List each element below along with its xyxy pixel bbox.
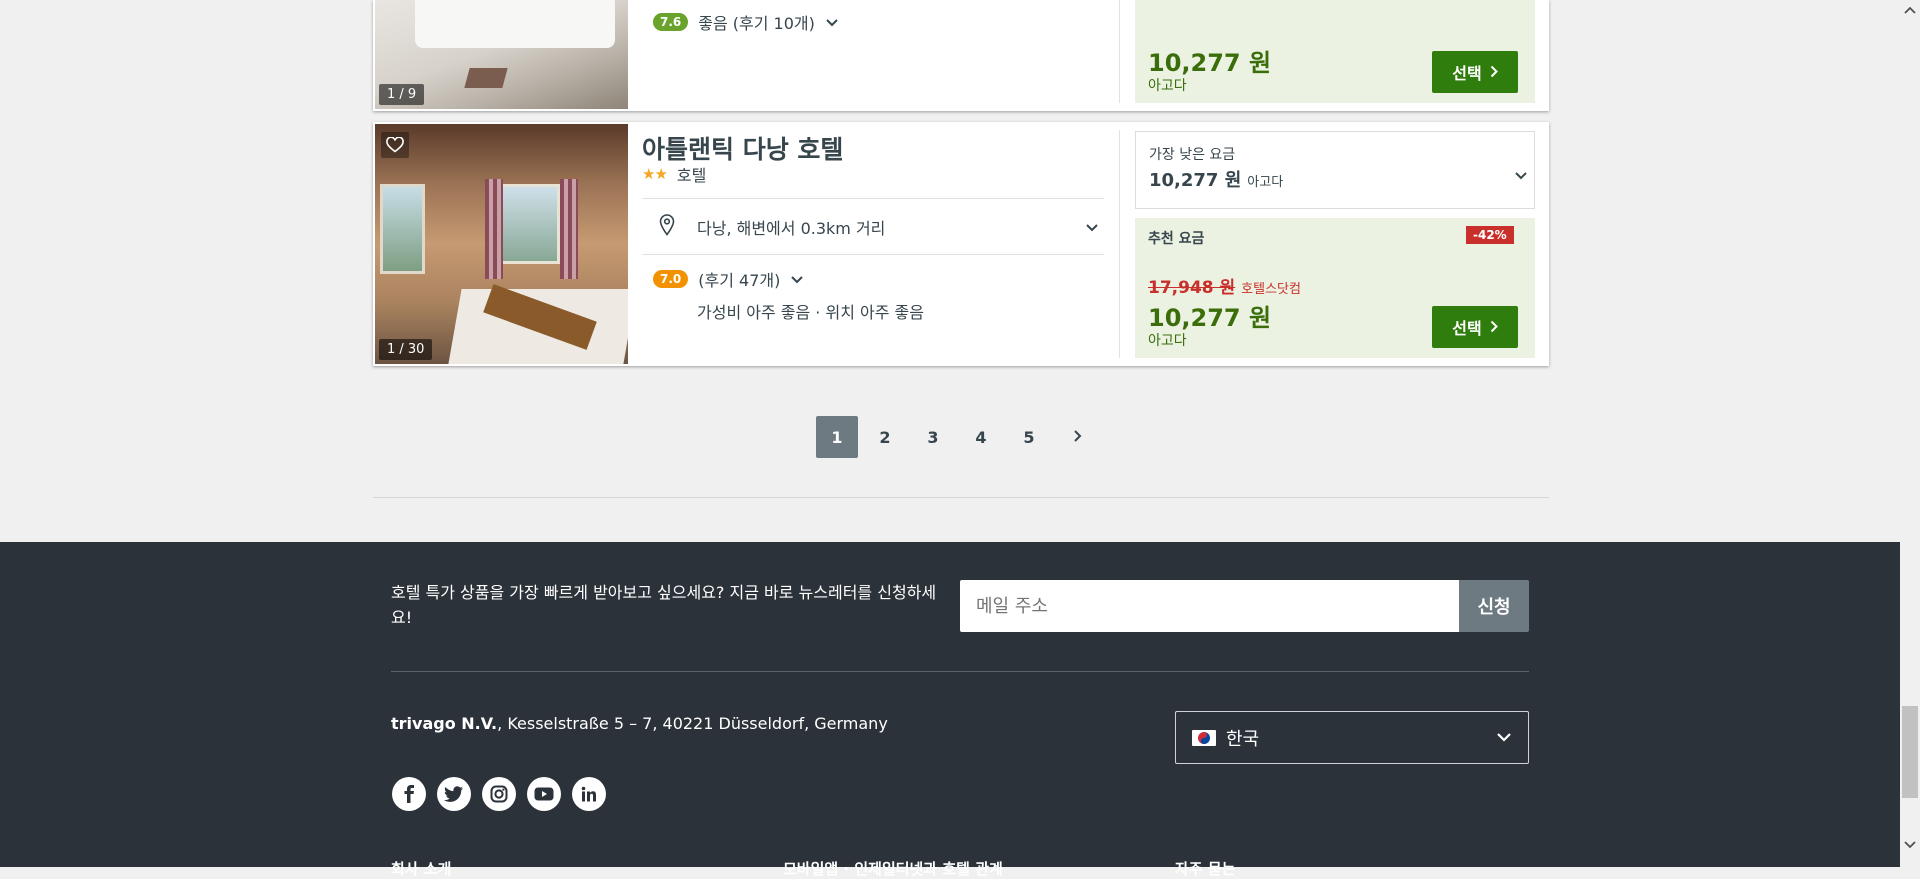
bed-illustration [415, 0, 615, 48]
highlights-text: 가성비 아주 좋음 · 위치 아주 좋음 [697, 303, 924, 322]
location-text: 다낭, 해변에서 0.3km 거리 [697, 219, 886, 238]
rug-illustration [464, 68, 508, 88]
page-5-button[interactable]: 5 [1008, 416, 1050, 458]
page-2-button[interactable]: 2 [864, 416, 906, 458]
hotel-class-row: ★★ 호텔 [642, 162, 706, 186]
company-name: trivago N.V. [391, 714, 498, 733]
scroll-up-arrow[interactable] [1900, 0, 1920, 20]
korea-flag-icon [1192, 729, 1216, 746]
hotel-type: 호텔 [676, 166, 707, 185]
page-3-button[interactable]: 3 [912, 416, 954, 458]
hotel-photo[interactable]: 1 / 9 [375, 0, 628, 109]
scroll-down-arrow[interactable] [1900, 835, 1920, 855]
chevron-down-icon [1496, 728, 1512, 747]
rating-text: 좋음 (후기 10개) [698, 14, 815, 33]
company-address: , Kesselstraße 5 – 7, 40221 Düsseldorf, … [497, 714, 888, 733]
chevron-right-icon [1490, 318, 1498, 337]
scrollbar[interactable] [1900, 0, 1920, 867]
company-info: trivago N.V., Kesselstraße 5 – 7, 40221 … [391, 714, 888, 733]
old-price-row: 17,948 원 호텔스닷컴 [1148, 273, 1301, 298]
divider [1119, 0, 1120, 103]
lowest-price: 10,277 원 [1149, 170, 1242, 191]
lowest-price-label: 가장 낮은 요금 [1149, 147, 1236, 163]
curtain-illustration [560, 179, 578, 279]
star-rating: ★★ [642, 165, 668, 183]
divider [373, 497, 1549, 498]
country-select[interactable]: 한국 [1175, 711, 1529, 764]
subscribe-button[interactable]: 신청 [1459, 580, 1529, 632]
divider [642, 198, 1104, 199]
rating-text: (후기 47개) [698, 271, 781, 290]
provider: 아고다 [1148, 78, 1187, 94]
page-4-button[interactable]: 4 [960, 416, 1002, 458]
provider: 아고다 [1148, 333, 1187, 349]
rating-row[interactable]: 7.6 좋음 (후기 10개) [653, 10, 839, 34]
select-button-label: 선택 [1452, 64, 1482, 83]
next-page-button[interactable] [1056, 416, 1098, 458]
photo-count: 1 / 9 [379, 84, 425, 105]
country-label: 한국 [1226, 728, 1260, 750]
page-1-button[interactable]: 1 [816, 416, 858, 458]
divider [391, 671, 1529, 672]
instagram-icon[interactable] [482, 777, 516, 811]
newsletter-text: 호텔 특가 상품을 가장 빠르게 받아보고 싶으세요? 지금 바로 뉴스레터를 … [391, 583, 937, 627]
pagination: 1 2 3 4 5 [816, 416, 1098, 458]
chevron-right-icon [1073, 428, 1082, 447]
old-provider: 호텔스닷컴 [1241, 282, 1301, 297]
social-links [392, 777, 606, 811]
chevron-down-icon [825, 13, 839, 32]
window-illustration [500, 184, 560, 264]
map-pin-icon [659, 214, 689, 240]
twitter-icon[interactable] [437, 777, 471, 811]
select-button[interactable]: 선택 [1432, 306, 1518, 348]
discount-badge: -42% [1466, 226, 1514, 244]
hotel-photo[interactable]: 1 / 30 [375, 124, 628, 364]
hotel-card-previous: 1 / 9 7.6 좋음 (후기 10개) 10,277 원 아고다 선택 [373, 0, 1549, 111]
footer-link-mobile[interactable]: 모바일앱 · 인제일터넷과 호텔 관계 [783, 858, 1003, 879]
lowest-provider: 아고다 [1247, 175, 1284, 190]
select-button-label: 선택 [1452, 319, 1482, 338]
hotel-card: 1 / 30 아틀랜틱 다낭 호텔 ★★ 호텔 다낭, 해변에서 0.3km 거… [373, 122, 1549, 366]
select-button[interactable]: 선택 [1432, 51, 1518, 93]
price-box: 10,277 원 아고다 선택 [1135, 0, 1535, 103]
photo-count: 1 / 30 [379, 339, 433, 360]
recommended-label: 추천 요금 [1148, 231, 1205, 247]
footer: 호텔 특가 상품을 가장 빠르게 받아보고 싶으세요? 지금 바로 뉴스레터를 … [0, 542, 1900, 878]
lowest-price-box[interactable]: 가장 낮은 요금 10,277 원 아고다 [1135, 131, 1535, 209]
chevron-right-icon [1490, 63, 1498, 82]
footer-link-faq[interactable]: 자주 묻는 [1175, 858, 1235, 879]
price: 10,277 원 [1148, 304, 1272, 332]
email-input[interactable] [960, 580, 1460, 632]
linkedin-icon[interactable] [572, 777, 606, 811]
chevron-down-icon [1085, 218, 1099, 237]
divider [1119, 130, 1120, 358]
rating-badge: 7.6 [653, 13, 689, 31]
facebook-icon[interactable] [392, 777, 426, 811]
rating-badge: 7.0 [653, 270, 689, 288]
location-row[interactable]: 다낭, 해변에서 0.3km 거리 [659, 214, 1099, 240]
price: 10,277 원 [1148, 49, 1272, 77]
scroll-thumb[interactable] [1902, 706, 1918, 798]
divider [642, 254, 1104, 255]
footer-link-about[interactable]: 회사 소개 [391, 858, 451, 879]
old-price: 17,948 원 [1148, 278, 1236, 298]
rating-row[interactable]: 7.0 (후기 47개) [653, 267, 804, 291]
chevron-down-icon [1514, 166, 1528, 185]
window-illustration [380, 184, 425, 274]
youtube-icon[interactable] [527, 777, 561, 811]
hotel-name[interactable]: 아틀랜틱 다낭 호텔 [642, 130, 843, 166]
chevron-down-icon [790, 270, 804, 289]
recommended-price-box: 추천 요금 -42% 17,948 원 호텔스닷컴 10,277 원 아고다 선… [1135, 218, 1535, 358]
curtain-illustration [485, 179, 503, 279]
heart-icon[interactable] [381, 132, 409, 158]
lowest-price-row: 10,277 원 아고다 [1149, 166, 1283, 192]
